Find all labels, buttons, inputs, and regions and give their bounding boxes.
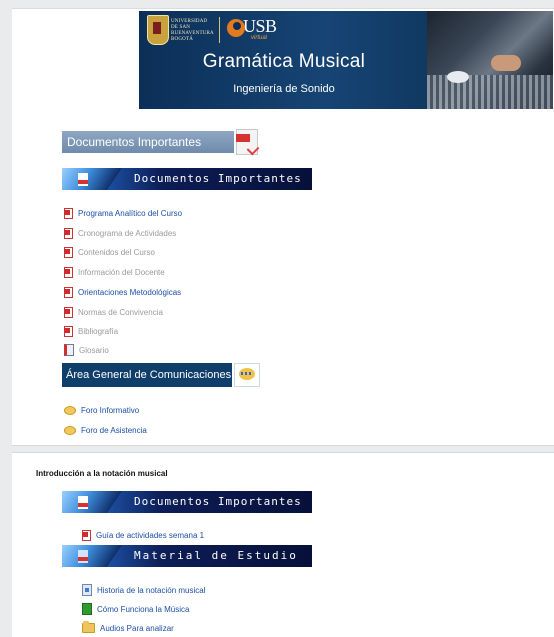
- documents-banner-label: Documentos Importantes: [134, 172, 302, 185]
- chat-bubble-icon: [234, 363, 260, 387]
- pdf-download-icon: [236, 129, 258, 155]
- list-item-contenidos[interactable]: Contenidos del Curso: [64, 245, 155, 259]
- usb-logo-text: USB: [243, 16, 277, 36]
- course-subtitle: Ingeniería de Sonido: [233, 83, 335, 95]
- page-icon: [82, 584, 92, 596]
- pdf-icon: [64, 246, 73, 258]
- pdf-icon: [64, 286, 73, 298]
- study-material-label: Material de Estudio: [134, 549, 298, 562]
- pdf-icon: [64, 306, 73, 318]
- communications-header: Área General de Comunicaciones: [62, 363, 232, 387]
- list-item-guia-semana-1[interactable]: Guía de actividades semana 1: [82, 528, 204, 542]
- pdf-icon: [64, 207, 73, 219]
- pdf-icon: [78, 173, 88, 186]
- list-item-orientaciones[interactable]: Orientaciones Metodológicas: [64, 285, 181, 299]
- university-logo: UNIVERSIDAD DE SAN BUENAVENTURA BOGOTÁ U…: [147, 15, 277, 45]
- course-banner: UNIVERSIDAD DE SAN BUENAVENTURA BOGOTÁ U…: [139, 11, 553, 109]
- usb-virtual-text: virtual: [251, 35, 268, 41]
- forum-icon: [64, 425, 76, 435]
- crest-icon: [147, 15, 169, 45]
- documents-banner-week1: Documentos Importantes: [62, 491, 312, 513]
- documents-banner: Documentos Importantes: [62, 168, 312, 190]
- pdf-icon: [64, 325, 73, 337]
- university-name: UNIVERSIDAD DE SAN BUENAVENTURA BOGOTÁ: [171, 19, 214, 42]
- study-material-banner: Material de Estudio: [62, 545, 312, 567]
- list-item-programa[interactable]: Programa Analítico del Curso: [64, 206, 182, 220]
- pdf-icon: [64, 227, 73, 239]
- pdf-icon: [78, 496, 88, 509]
- course-title: Gramática Musical: [202, 51, 366, 72]
- pdf-icon: [64, 266, 73, 278]
- documents-header: Documentos Importantes: [62, 131, 234, 153]
- pdf-icon: [82, 529, 91, 541]
- glossary-book-icon: [64, 344, 74, 356]
- list-item-normas[interactable]: Normas de Convivencia: [64, 305, 163, 319]
- list-item-cronograma[interactable]: Cronograma de Actividades: [64, 226, 176, 240]
- mixing-console-photo: [427, 11, 553, 109]
- section-title: Introducción a la notación musical: [36, 469, 168, 478]
- forum-icon: [64, 405, 76, 415]
- list-item-informacion-docente[interactable]: Información del Docente: [64, 265, 165, 279]
- folder-icon: [82, 621, 95, 633]
- page-icon: [78, 550, 88, 563]
- list-item-bibliografia[interactable]: Bibliografía: [64, 324, 118, 338]
- material-audios[interactable]: Audios Para analizar: [82, 621, 174, 635]
- book-icon: [82, 603, 92, 615]
- forum-informativo[interactable]: Foro Informativo: [64, 403, 139, 417]
- material-como-funciona[interactable]: Cómo Funciona la Música: [82, 602, 189, 616]
- forum-asistencia[interactable]: Foro de Asistencia: [64, 423, 147, 437]
- documents-banner-label: Documentos Importantes: [134, 495, 302, 508]
- list-item-glosario[interactable]: Glosario: [64, 343, 109, 357]
- material-historia[interactable]: Historia de la notación musical: [82, 583, 206, 597]
